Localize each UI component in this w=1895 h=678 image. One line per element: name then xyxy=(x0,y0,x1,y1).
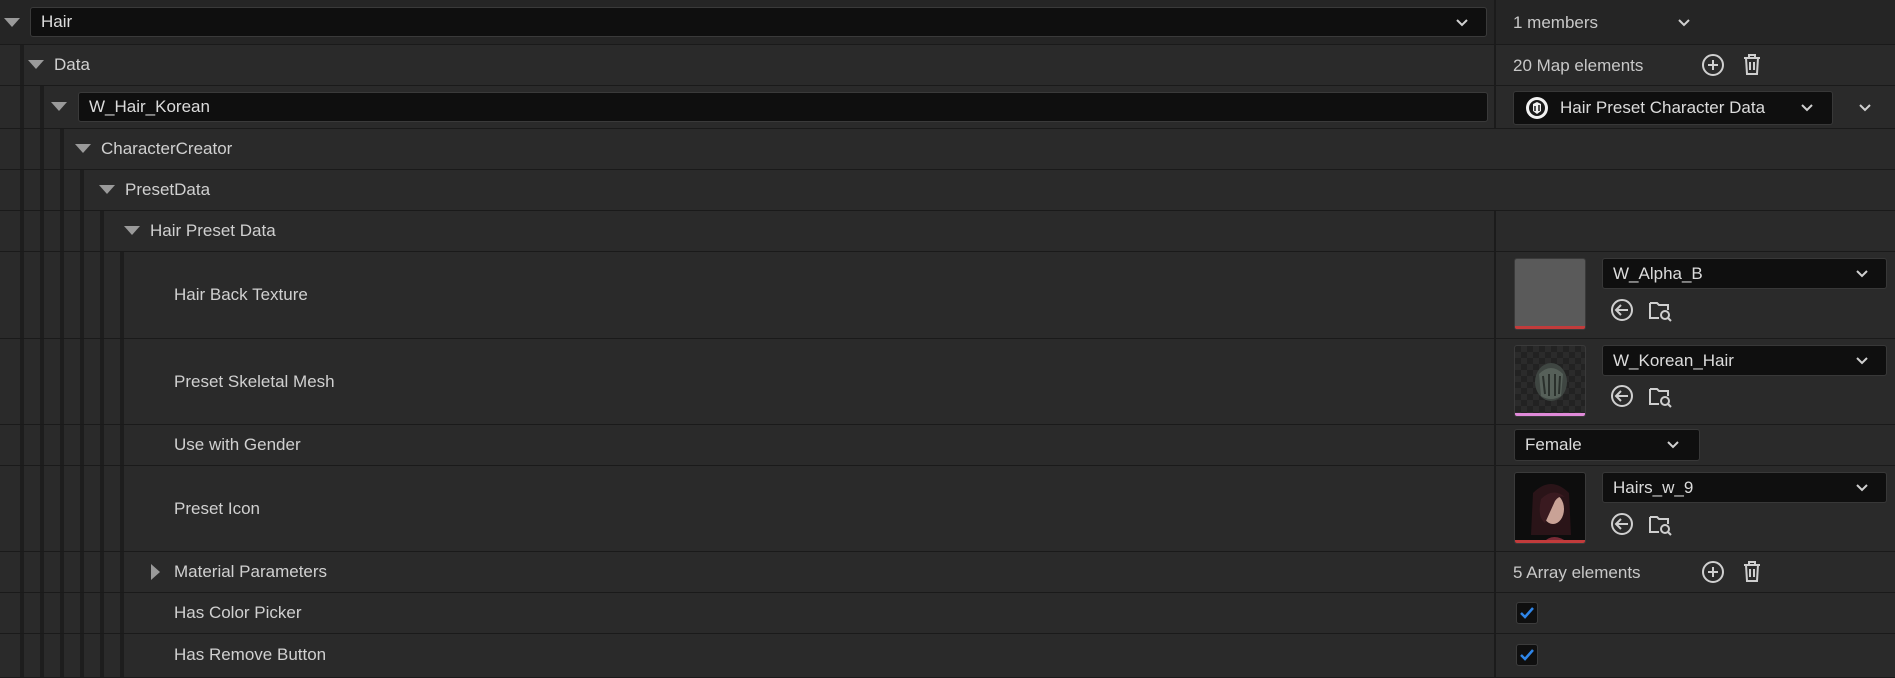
row-hair-preset-data: Hair Preset Data xyxy=(0,211,1895,252)
browse-back-arrow-icon[interactable] xyxy=(1609,383,1635,409)
array-count-label: 5 Array elements xyxy=(1513,562,1641,582)
type-select-value: Hair Preset Character Data xyxy=(1560,98,1766,117)
column-splitter[interactable] xyxy=(1494,0,1496,44)
column-splitter[interactable] xyxy=(1494,466,1496,551)
chevron-down-icon[interactable] xyxy=(1800,101,1814,115)
map-key-value: W_Hair_Korean xyxy=(89,97,210,116)
column-splitter[interactable] xyxy=(1494,252,1496,338)
members-label: 1 members xyxy=(1513,12,1599,32)
row-hair-back-texture: Hair Back Texture W_Alpha_B xyxy=(0,252,1895,339)
preset-icon-label: Preset Icon xyxy=(174,498,260,518)
folder-search-icon[interactable] xyxy=(1647,511,1673,537)
folder-search-icon[interactable] xyxy=(1647,297,1673,323)
mesh-thumbnail[interactable] xyxy=(1514,345,1586,417)
expand-arrow-icon[interactable] xyxy=(75,144,91,153)
add-circle-icon[interactable] xyxy=(1700,52,1726,78)
hair-name-value: Hair xyxy=(41,12,73,31)
has-remove-button-checkbox[interactable] xyxy=(1516,644,1538,666)
character-creator-label: CharacterCreator xyxy=(101,139,233,158)
trash-icon[interactable] xyxy=(1739,559,1765,585)
texture-asset-value: W_Alpha_B xyxy=(1613,263,1703,283)
row-has-color-picker: Has Color Picker xyxy=(0,593,1895,634)
use-with-gender-label: Use with Gender xyxy=(174,435,301,454)
chevron-down-icon[interactable] xyxy=(1666,438,1680,452)
row-character-creator: CharacterCreator xyxy=(0,129,1895,170)
expand-arrow-icon[interactable] xyxy=(99,185,115,194)
icon-asset-picker[interactable]: Hairs_w_9 xyxy=(1602,472,1887,503)
folder-search-icon[interactable] xyxy=(1647,383,1673,409)
add-circle-icon[interactable] xyxy=(1700,559,1726,585)
row-has-remove-button: Has Remove Button xyxy=(0,634,1895,678)
chevron-down-icon[interactable] xyxy=(1855,267,1869,281)
has-color-picker-label: Has Color Picker xyxy=(174,603,302,622)
mesh-asset-value: W_Korean_Hair xyxy=(1613,350,1734,370)
hair-mesh-icon xyxy=(1535,363,1567,401)
material-parameters-label: Material Parameters xyxy=(174,562,328,581)
chevron-down-icon[interactable] xyxy=(1855,354,1869,368)
browse-back-arrow-icon[interactable] xyxy=(1609,297,1635,323)
row-data: Data 20 Map elements xyxy=(0,45,1895,86)
details-panel: Hair 1 members Data 20 Map elements W_Ha… xyxy=(0,0,1895,678)
gender-select-value: Female xyxy=(1525,435,1582,454)
expand-arrow-icon[interactable] xyxy=(4,18,20,27)
texture-asset-picker[interactable]: W_Alpha_B xyxy=(1602,258,1887,289)
row-material-parameters: Material Parameters 5 Array elements xyxy=(0,552,1895,593)
icon-thumbnail[interactable] xyxy=(1514,472,1586,544)
row-hair: Hair 1 members xyxy=(0,0,1895,45)
icon-asset-value: Hairs_w_9 xyxy=(1613,477,1694,497)
preset-skeletal-mesh-label: Preset Skeletal Mesh xyxy=(174,371,335,391)
row-preset-data: PresetData xyxy=(0,170,1895,211)
row-preset-skeletal-mesh: Preset Skeletal Mesh W_Korean_Hair xyxy=(0,339,1895,425)
expand-arrow-icon[interactable] xyxy=(151,564,160,580)
expand-arrow-icon[interactable] xyxy=(28,60,44,69)
chevron-down-icon[interactable] xyxy=(1858,101,1872,115)
has-remove-button-label: Has Remove Button xyxy=(174,644,327,664)
column-splitter[interactable] xyxy=(1494,86,1496,128)
column-splitter[interactable] xyxy=(1494,634,1496,677)
mesh-asset-picker[interactable]: W_Korean_Hair xyxy=(1602,345,1887,376)
chevron-down-icon[interactable] xyxy=(1455,16,1469,30)
portrait-icon xyxy=(1531,484,1571,543)
unreal-logo-icon xyxy=(1526,97,1548,119)
expand-arrow-icon[interactable] xyxy=(51,102,67,111)
type-select[interactable]: Hair Preset Character Data xyxy=(1513,91,1833,125)
preset-data-label: PresetData xyxy=(125,180,211,199)
row-map-key: W_Hair_Korean Hair Preset Character Data xyxy=(0,86,1895,129)
trash-icon[interactable] xyxy=(1739,52,1765,78)
chevron-down-icon[interactable] xyxy=(1677,16,1691,30)
column-splitter[interactable] xyxy=(1494,45,1496,85)
hair-preset-data-label: Hair Preset Data xyxy=(150,221,276,240)
checkmark-icon xyxy=(1520,607,1534,619)
hair-back-texture-label: Hair Back Texture xyxy=(174,285,308,304)
row-use-with-gender: Use with Gender Female xyxy=(0,425,1895,466)
data-label: Data xyxy=(54,55,90,74)
chevron-down-icon[interactable] xyxy=(1855,481,1869,495)
column-splitter[interactable] xyxy=(1494,425,1496,465)
row-preset-icon: Preset Icon Hairs_w_9 xyxy=(0,466,1895,552)
hair-name-field[interactable]: Hair xyxy=(30,7,1487,37)
has-color-picker-checkbox[interactable] xyxy=(1516,602,1538,624)
column-splitter[interactable] xyxy=(1494,593,1496,633)
expand-arrow-icon[interactable] xyxy=(124,226,140,235)
texture-thumbnail[interactable] xyxy=(1514,258,1586,330)
map-count-label: 20 Map elements xyxy=(1513,55,1644,75)
column-splitter[interactable] xyxy=(1494,339,1496,424)
browse-back-arrow-icon[interactable] xyxy=(1609,511,1635,537)
checkmark-icon xyxy=(1520,649,1534,661)
column-splitter[interactable] xyxy=(1494,211,1496,251)
map-key-field[interactable]: W_Hair_Korean xyxy=(78,92,1488,122)
column-splitter[interactable] xyxy=(1494,552,1496,592)
